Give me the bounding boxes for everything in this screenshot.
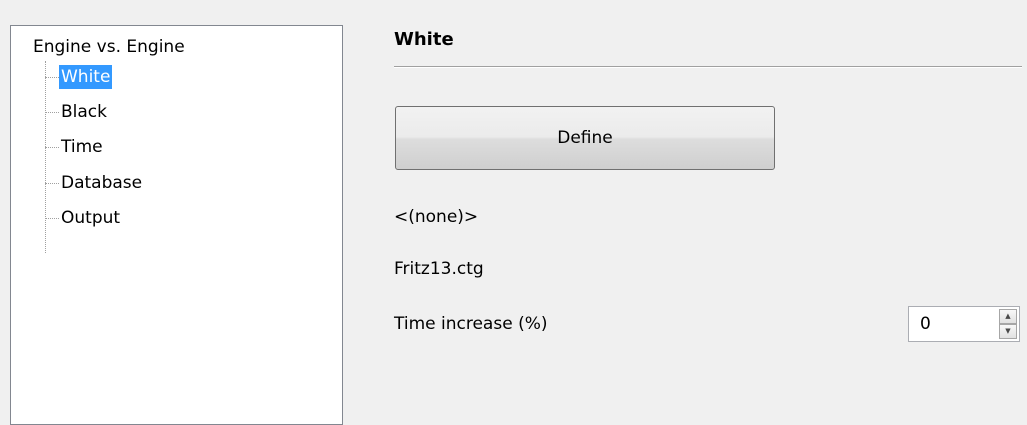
- engine-name-text: <(none)>: [394, 207, 479, 227]
- tree-item-label[interactable]: Time: [59, 135, 105, 159]
- tree-root-engine-vs-engine[interactable]: Engine vs. Engine: [33, 36, 185, 58]
- spin-buttons: ▲ ▼: [999, 309, 1017, 339]
- tree-item-label[interactable]: Database: [59, 171, 144, 195]
- tree-item-white[interactable]: White: [45, 64, 113, 90]
- tree-item-label[interactable]: Output: [59, 206, 122, 230]
- define-button[interactable]: Define: [395, 106, 775, 170]
- spin-up-icon[interactable]: ▲: [999, 309, 1017, 324]
- tree-item-label[interactable]: White: [59, 65, 113, 89]
- section-divider: [394, 66, 1022, 68]
- tree-item-output[interactable]: Output: [45, 205, 122, 231]
- section-title: White: [394, 29, 454, 50]
- tree-item-label[interactable]: Black: [59, 100, 109, 124]
- tree-item-time[interactable]: Time: [45, 134, 105, 160]
- time-increase-stepper[interactable]: 0 ▲ ▼: [908, 306, 1020, 342]
- tree-item-black[interactable]: Black: [45, 99, 109, 125]
- time-increase-label: Time increase (%): [394, 314, 548, 334]
- opening-book-text: Fritz13.ctg: [394, 259, 484, 279]
- spin-down-icon[interactable]: ▼: [999, 324, 1017, 339]
- time-increase-value[interactable]: 0: [920, 312, 931, 336]
- settings-tree[interactable]: Engine vs. Engine White Black Time Datab…: [10, 25, 343, 425]
- tree-item-database[interactable]: Database: [45, 170, 144, 196]
